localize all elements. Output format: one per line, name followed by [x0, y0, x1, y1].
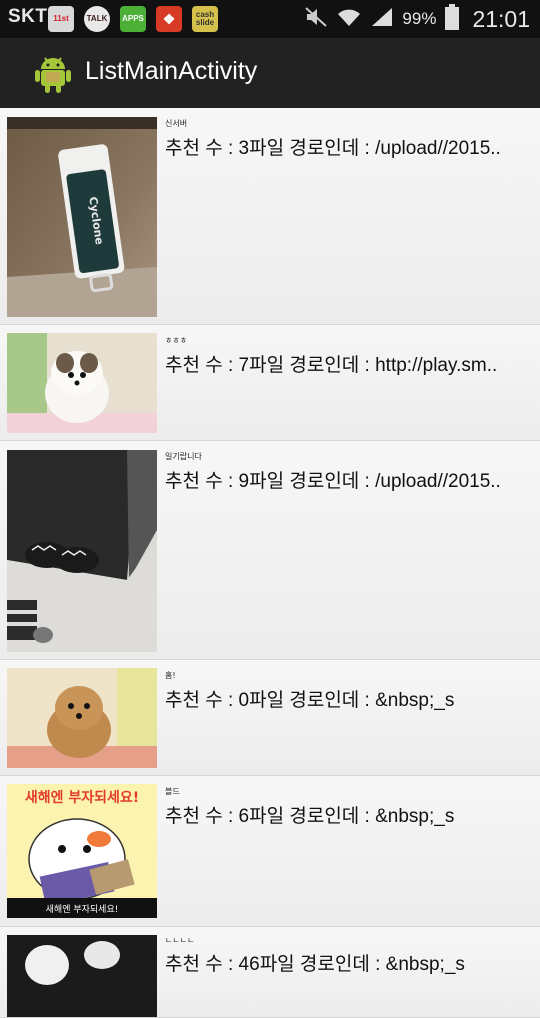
apps-store-icon: APPS [120, 6, 146, 32]
author-label: ㄴㄴㄴㄴ [165, 936, 195, 945]
post-list: Cyclone 신서버 추천 수 : 3파일 경로인데 : /upload//2… [0, 108, 540, 1018]
white-dog-photo [7, 935, 157, 1017]
red-app-icon: ❖ [156, 6, 182, 32]
shoes-on-floor-photo [7, 450, 157, 652]
image-caption: 새해엔 부자되세요! [24, 790, 140, 806]
item-summary: 추천 수 : 3파일 경로인데 : /upload//2015.. [165, 138, 501, 159]
pomeranian-puppy-white-photo [7, 333, 157, 433]
clock: 21:01 [472, 5, 530, 32]
author-label: ㅎㅎㅎ [165, 336, 188, 345]
item-summary: 추천 수 : 46파일 경로인데 : &nbsp;_s [165, 954, 465, 975]
item-summary: 추천 수 : 0파일 경로인데 : &nbsp;_s [165, 690, 455, 711]
list-item[interactable]: 홈! 추천 수 : 0파일 경로인데 : &nbsp;_s [0, 660, 540, 776]
item-summary: 추천 수 : 9파일 경로인데 : /upload//2015.. [165, 471, 501, 492]
list-item[interactable]: 새해엔 부자되세요! 새해엔 부자되세요! 블드 추천 수 : 6파일 경로인데… [0, 776, 540, 927]
list-item[interactable]: Cyclone 신서버 추천 수 : 3파일 경로인데 : /upload//2… [0, 108, 540, 325]
mute-icon [304, 6, 328, 32]
page-title: ListMainActivity [85, 57, 258, 85]
list-item[interactable]: ㅎㅎㅎ 추천 수 : 7파일 경로인데 : http://play.sm.. [0, 325, 540, 441]
author-label: 일기랍니다 [165, 452, 202, 461]
action-bar: ListMainActivity [0, 38, 540, 108]
wifi-icon [336, 6, 362, 32]
11st-app-icon: 11st [48, 6, 74, 32]
list-item[interactable]: 일기랍니다 추천 수 : 9파일 경로인데 : /upload//2015.. [0, 441, 540, 660]
pomeranian-puppy-brown-photo [7, 668, 157, 768]
signal-icon [370, 6, 394, 32]
carrier-label: SKT [8, 6, 48, 27]
author-label: 블드 [165, 787, 180, 796]
cashslide-app-icon: cash slide [192, 6, 218, 32]
author-label: 신서버 [165, 119, 188, 128]
status-bar: SKT 11st TALK APPS ❖ cash slide 99% 21:0… [0, 0, 540, 38]
list-item[interactable]: ㄴㄴㄴㄴ 추천 수 : 46파일 경로인데 : &nbsp;_s [0, 927, 540, 1018]
usb-drive-photo: Cyclone [7, 117, 157, 317]
battery-icon [444, 4, 460, 34]
battery-percent: 99% [402, 9, 437, 28]
new-year-cartoon-image: 새해엔 부자되세요! 새해엔 부자되세요! [7, 784, 157, 918]
item-summary: 추천 수 : 7파일 경로인데 : http://play.sm.. [165, 355, 498, 376]
item-summary: 추천 수 : 6파일 경로인데 : &nbsp;_s [165, 806, 455, 827]
android-icon[interactable] [32, 52, 74, 94]
image-footer: 새해엔 부자되세요! [45, 905, 119, 915]
kakaotalk-app-icon: TALK [84, 6, 110, 32]
author-label: 홈! [165, 671, 176, 680]
